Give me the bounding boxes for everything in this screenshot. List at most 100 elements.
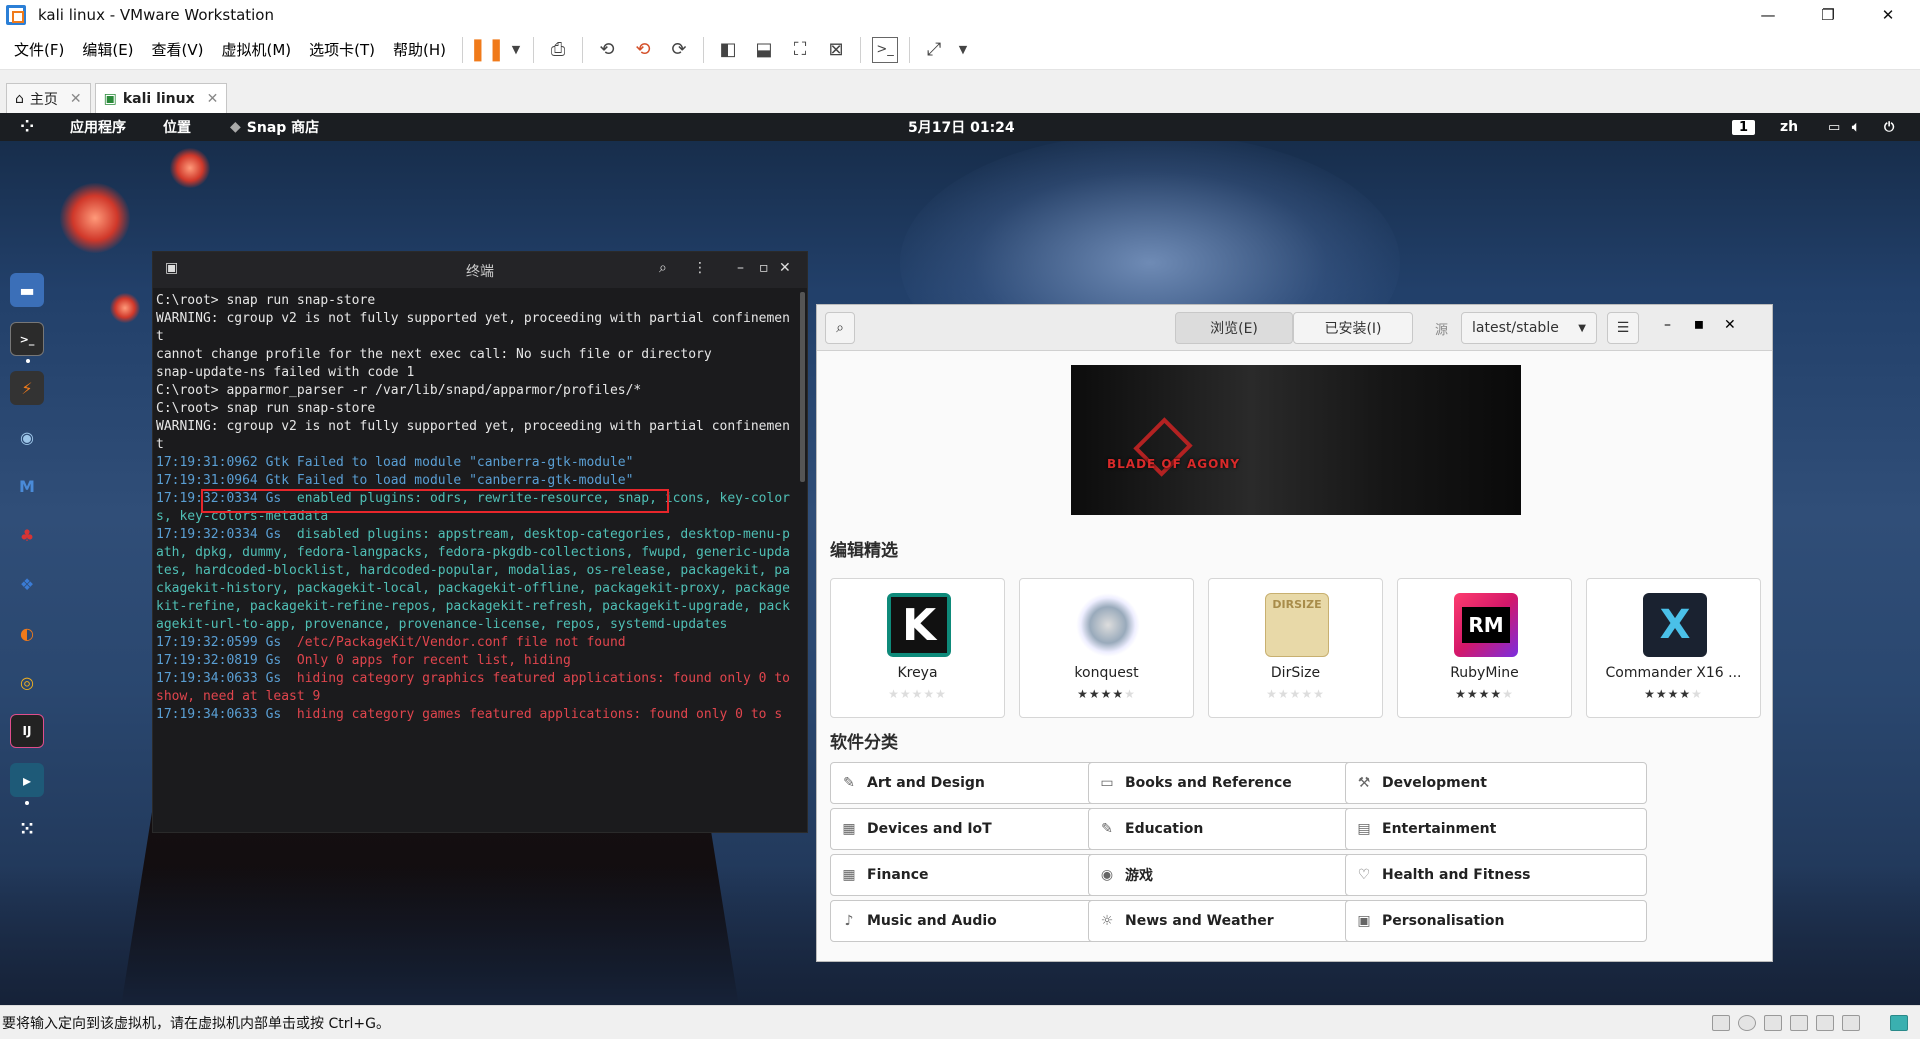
minimize-button[interactable]: —	[1740, 0, 1796, 30]
menu-vm[interactable]: 虚拟机(M)	[214, 39, 300, 60]
snapshot-icon[interactable]: ⟲	[594, 37, 620, 63]
app-card-dirsize[interactable]: DIRSIZE DirSize ★★★★★	[1208, 578, 1383, 718]
terminal-window[interactable]: ▣ 终端 ⌕ ⋮ – ▫ ✕ C:\root> snap run snap-st…	[152, 251, 808, 833]
category-button[interactable]: ▣ Personalisation	[1345, 900, 1647, 942]
app-card-rubymine[interactable]: RM RubyMine ★★★★★	[1397, 578, 1572, 718]
star-icon: ★	[1466, 687, 1479, 701]
command-highlight-box	[201, 489, 669, 513]
power-icon[interactable]: ⏻	[1884, 113, 1894, 141]
tab-installed[interactable]: 已安装(I)	[1293, 312, 1413, 344]
printer-icon[interactable]	[1790, 1015, 1808, 1031]
snap-store-icon[interactable]: ▸	[10, 763, 44, 805]
sidebar-view-icon[interactable]: ◧	[715, 37, 741, 63]
terminal-line: 17:19:32:0819 Gs Only 0 apps for recent …	[156, 653, 571, 668]
terminal-scrollbar[interactable]	[800, 292, 805, 482]
category-button[interactable]: ⚒ Development	[1345, 762, 1647, 804]
activities-grid-icon[interactable]: ⁘	[20, 113, 34, 141]
close-icon[interactable]: ✕	[70, 91, 82, 107]
category-button[interactable]: ▦ Finance	[830, 854, 1132, 896]
guest-desktop[interactable]: ⁘ 应用程序 位置 ◆ Snap 商店 5月17日 01:24 1 zh ▭ 🔈…	[0, 113, 1920, 1005]
snap-store-app-menu[interactable]: ◆ Snap 商店	[230, 113, 319, 141]
revert-snapshot-icon[interactable]: ⟲	[630, 37, 656, 63]
close-icon[interactable]: ✕	[1724, 317, 1736, 333]
snap-icon: ◆	[230, 119, 241, 135]
sound-icon[interactable]	[1816, 1015, 1834, 1031]
files-icon[interactable]: ▬	[10, 273, 44, 307]
console-view-icon[interactable]: >_	[872, 36, 899, 63]
featured-banner[interactable]: BLADE OF AGONY	[1071, 365, 1521, 515]
commander-x16-icon: X	[1643, 593, 1707, 657]
app-card-commander-x16[interactable]: X Commander X16 ... ★★★★★	[1586, 578, 1761, 718]
maltego-icon[interactable]: ❖	[10, 567, 44, 601]
menu-view[interactable]: 查看(V)	[144, 39, 212, 60]
category-label: Books and Reference	[1125, 775, 1292, 791]
chevron-down-icon[interactable]: ▼	[510, 37, 522, 63]
search-button[interactable]: ⌕	[825, 312, 855, 344]
category-button[interactable]: ▤ Entertainment	[1345, 808, 1647, 850]
close-icon[interactable]: ✕	[779, 260, 791, 276]
category-button[interactable]: ♡ Health and Fitness	[1345, 854, 1647, 896]
send-keys-icon[interactable]: ⎙	[545, 37, 571, 63]
maximize-icon[interactable]: ▫	[759, 260, 769, 276]
menu-file[interactable]: 文件(F)	[6, 39, 72, 60]
wallpaper-lantern	[170, 148, 210, 188]
input-language[interactable]: zh	[1780, 113, 1798, 141]
workspace-indicator[interactable]: 1	[1732, 113, 1756, 141]
show-apps-icon[interactable]: ⁙	[10, 812, 44, 846]
terminal-line: 17:19:31:0964 Gtk Failed to load module …	[156, 473, 634, 488]
category-button[interactable]: ✎ Art and Design	[830, 762, 1132, 804]
tab-home[interactable]: ⌂ 主页 ✕	[6, 83, 91, 113]
app-card-kreya[interactable]: K Kreya ★★★★★	[830, 578, 1005, 718]
star-icon: ★	[1679, 687, 1692, 701]
fullscreen-icon[interactable]: ⛶	[787, 37, 813, 63]
snap-store-window[interactable]: ⌕ 浏览(E) 已安装(I) 源 latest/stable ▼ ☰ – ◼ ✕…	[816, 304, 1773, 962]
menu-edit[interactable]: 编辑(E)	[74, 39, 141, 60]
unity-icon[interactable]: ⊠	[823, 37, 849, 63]
cd-icon[interactable]	[1738, 1015, 1756, 1031]
category-icon: ▦	[842, 821, 856, 837]
firefox-icon[interactable]: ◐	[10, 616, 44, 650]
restore-button[interactable]: ❐	[1800, 0, 1856, 30]
close-button[interactable]: ✕	[1860, 0, 1916, 30]
maximize-icon[interactable]: ◼	[1694, 317, 1704, 331]
tab-browse[interactable]: 浏览(E)	[1175, 312, 1293, 344]
network-icon[interactable]	[1764, 1015, 1782, 1031]
display-icon[interactable]	[1842, 1015, 1860, 1031]
terminal-icon[interactable]: >_	[10, 322, 44, 363]
message-icon[interactable]	[1890, 1015, 1908, 1031]
stretch-icon[interactable]: ⤢	[921, 37, 947, 63]
thumbnail-view-icon[interactable]: ⬓	[751, 37, 777, 63]
burpsuite-icon[interactable]: ⚡	[10, 371, 44, 405]
places-menu[interactable]: 位置	[163, 113, 191, 141]
hard-disk-icon[interactable]	[1712, 1015, 1730, 1031]
radio-icon[interactable]: ◎	[10, 665, 44, 699]
category-button[interactable]: ♪ Music and Audio	[830, 900, 1132, 942]
metasploit-icon[interactable]: M	[10, 469, 44, 503]
eye-icon[interactable]: ◉	[10, 420, 44, 454]
clock[interactable]: 5月17日 01:24	[908, 113, 1015, 141]
category-button[interactable]: ▦ Devices and IoT	[830, 808, 1132, 850]
menu-help[interactable]: 帮助(H)	[385, 39, 454, 60]
close-icon[interactable]: ✕	[207, 91, 219, 107]
menu-tabs[interactable]: 选项卡(T)	[301, 39, 383, 60]
menu-icon[interactable]: ⋮	[693, 260, 707, 276]
chevron-down-icon[interactable]: ▼	[957, 37, 969, 63]
minimize-icon[interactable]: –	[1664, 317, 1671, 333]
banner-title: BLADE OF AGONY	[1107, 457, 1241, 471]
cherrytree-icon[interactable]: ♣	[10, 518, 44, 552]
pause-icon[interactable]: ❚❚	[469, 37, 506, 63]
channel-select[interactable]: latest/stable ▼	[1461, 312, 1597, 344]
search-icon[interactable]: ⌕	[659, 260, 667, 276]
terminal-header: ▣ 终端 ⌕ ⋮ – ▫ ✕	[153, 252, 807, 288]
intellij-icon[interactable]: IJ	[10, 714, 44, 748]
applications-menu[interactable]: 应用程序	[70, 113, 126, 141]
tab-kali-linux[interactable]: ▣ kali linux ✕	[94, 83, 228, 113]
hamburger-menu-button[interactable]: ☰	[1607, 312, 1639, 344]
snapshot-manager-icon[interactable]: ⟳	[666, 37, 692, 63]
minimize-icon[interactable]: –	[737, 260, 744, 276]
vmware-tabbar: ⌂ 主页 ✕ ▣ kali linux ✕	[0, 79, 1920, 113]
volume-icon[interactable]: 🔈︎	[1852, 113, 1860, 141]
terminal-line: cannot change profile for the next exec …	[156, 347, 712, 362]
screen-icon[interactable]: ▭	[1828, 113, 1840, 141]
app-card-konquest[interactable]: konquest ★★★★★	[1019, 578, 1194, 718]
